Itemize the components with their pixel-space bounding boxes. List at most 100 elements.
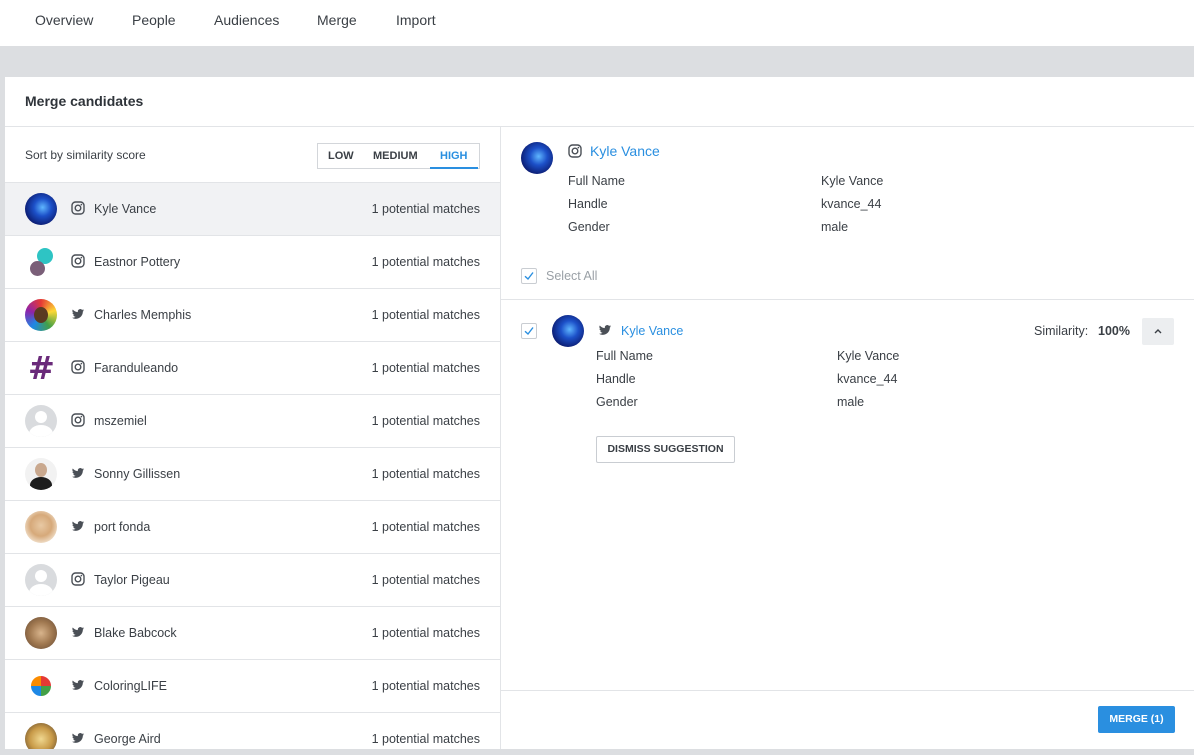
twitter-icon: [72, 680, 85, 690]
avatar: #: [25, 352, 57, 384]
primary-field-label: Handle: [568, 197, 608, 211]
twitter-icon: [72, 309, 85, 319]
candidate-name: Sonny Gillissen: [94, 467, 181, 481]
avatar: [25, 564, 57, 596]
candidate-row[interactable]: Eastnor Pottery 1 potential matches: [5, 236, 500, 289]
top-nav: Overview People Audiences Merge Import: [0, 0, 1194, 46]
filter-high-button[interactable]: HIGH: [440, 150, 468, 162]
sort-label: Sort by similarity score: [25, 148, 146, 162]
collapse-button[interactable]: [1142, 318, 1174, 345]
instagram-icon: [71, 201, 85, 215]
match-field-value: male: [837, 395, 865, 409]
twitter-icon: [72, 627, 85, 637]
candidate-row[interactable]: port fonda 1 potential matches: [5, 501, 500, 554]
candidate-name: Eastnor Pottery: [94, 255, 181, 269]
avatar: [25, 193, 57, 225]
candidate-row[interactable]: George Aird 1 potential matches: [5, 713, 500, 749]
filter-medium-button[interactable]: MEDIUM: [373, 150, 418, 162]
avatar: [25, 617, 57, 649]
avatar: [25, 723, 57, 749]
match-field-value: Kyle Vance: [837, 349, 900, 363]
candidate-name: Charles Memphis: [94, 308, 192, 322]
match-count: 1 potential matches: [371, 573, 480, 587]
match-field-label: Handle: [596, 372, 636, 386]
similarity-value: 100%: [1098, 324, 1130, 338]
primary-field-label: Full Name: [568, 174, 625, 188]
match-count: 1 potential matches: [371, 414, 480, 428]
tab-import[interactable]: Import: [396, 12, 436, 28]
panel-header: Merge candidates: [5, 77, 1194, 127]
match-profile-name[interactable]: Kyle Vance: [621, 324, 683, 338]
avatar: [25, 511, 57, 543]
twitter-icon: [599, 325, 612, 335]
divider: [501, 299, 1194, 300]
avatar: [25, 299, 57, 331]
twitter-icon: [72, 468, 85, 478]
select-all-label: Select All: [546, 269, 598, 283]
tab-audiences[interactable]: Audiences: [214, 12, 279, 28]
merge-candidates-panel: Merge candidates Sort by similarity scor…: [5, 77, 1194, 749]
candidate-row[interactable]: mszemiel 1 potential matches: [5, 395, 500, 448]
candidate-name: mszemiel: [94, 414, 147, 428]
candidate-name: Taylor Pigeau: [94, 573, 170, 587]
tab-overview[interactable]: Overview: [35, 12, 93, 28]
avatar: [25, 246, 57, 278]
avatar: [25, 458, 57, 490]
candidate-row[interactable]: Kyle Vance 1 potential matches: [5, 183, 500, 236]
instagram-icon: [71, 572, 85, 586]
candidate-name: port fonda: [94, 520, 151, 534]
candidate-row[interactable]: # Faranduleando 1 potential matches: [5, 342, 500, 395]
primary-field-value: male: [821, 220, 849, 234]
candidate-name: ColoringLIFE: [94, 679, 167, 693]
instagram-icon: [568, 144, 582, 158]
candidate-row[interactable]: Taylor Pigeau 1 potential matches: [5, 554, 500, 607]
select-all-checkbox[interactable]: [521, 268, 537, 284]
instagram-icon: [71, 360, 85, 374]
candidate-row[interactable]: Sonny Gillissen 1 potential matches: [5, 448, 500, 501]
candidate-row[interactable]: Blake Babcock 1 potential matches: [5, 607, 500, 660]
match-count: 1 potential matches: [371, 308, 480, 322]
match-count: 1 potential matches: [371, 520, 480, 534]
candidate-row[interactable]: ColoringLIFE 1 potential matches: [5, 660, 500, 713]
similarity-label: Similarity:: [1034, 324, 1089, 338]
primary-field-value: Kyle Vance: [821, 174, 884, 188]
primary-field-value: kvance_44: [821, 197, 882, 211]
match-avatar: [552, 315, 584, 347]
footer-divider: [501, 690, 1194, 691]
merge-button[interactable]: MERGE (1): [1098, 706, 1175, 733]
match-count: 1 potential matches: [371, 361, 480, 375]
primary-field-label: Gender: [568, 220, 610, 234]
primary-profile-name[interactable]: Kyle Vance: [590, 143, 660, 159]
tab-people[interactable]: People: [132, 12, 176, 28]
match-field-label: Full Name: [596, 349, 653, 363]
candidate-detail-pane: Kyle Vance Full Name Kyle Vance Handle k…: [501, 127, 1194, 749]
dismiss-suggestion-button[interactable]: DISMISS SUGGESTION: [596, 436, 735, 463]
instagram-icon: [71, 413, 85, 427]
match-count: 1 potential matches: [371, 626, 480, 640]
match-count: 1 potential matches: [371, 467, 480, 481]
candidate-row[interactable]: Charles Memphis 1 potential matches: [5, 289, 500, 342]
checkmark-icon: [524, 272, 534, 281]
candidate-name: Blake Babcock: [94, 626, 177, 640]
checkmark-icon: [524, 327, 534, 336]
candidate-list-pane: Sort by similarity score LOW MEDIUM HIGH…: [5, 127, 501, 749]
filter-low-button[interactable]: LOW: [328, 150, 354, 162]
avatar: [25, 405, 57, 437]
match-count: 1 potential matches: [371, 679, 480, 693]
primary-avatar: [521, 142, 553, 174]
avatar: [25, 670, 57, 702]
twitter-icon: [72, 521, 85, 531]
twitter-icon: [72, 733, 85, 743]
panel-title: Merge candidates: [25, 93, 144, 109]
match-count: 1 potential matches: [371, 202, 480, 216]
candidate-name: Kyle Vance: [94, 202, 157, 216]
match-count: 1 potential matches: [371, 255, 480, 269]
sort-bar: Sort by similarity score LOW MEDIUM HIGH: [5, 127, 500, 183]
match-checkbox[interactable]: [521, 323, 537, 339]
candidate-name: Faranduleando: [94, 361, 179, 375]
active-filter-underline: [430, 167, 478, 169]
tab-merge[interactable]: Merge: [317, 12, 357, 28]
match-count: 1 potential matches: [371, 732, 480, 746]
instagram-icon: [71, 254, 85, 268]
chevron-up-icon: [1154, 329, 1162, 334]
